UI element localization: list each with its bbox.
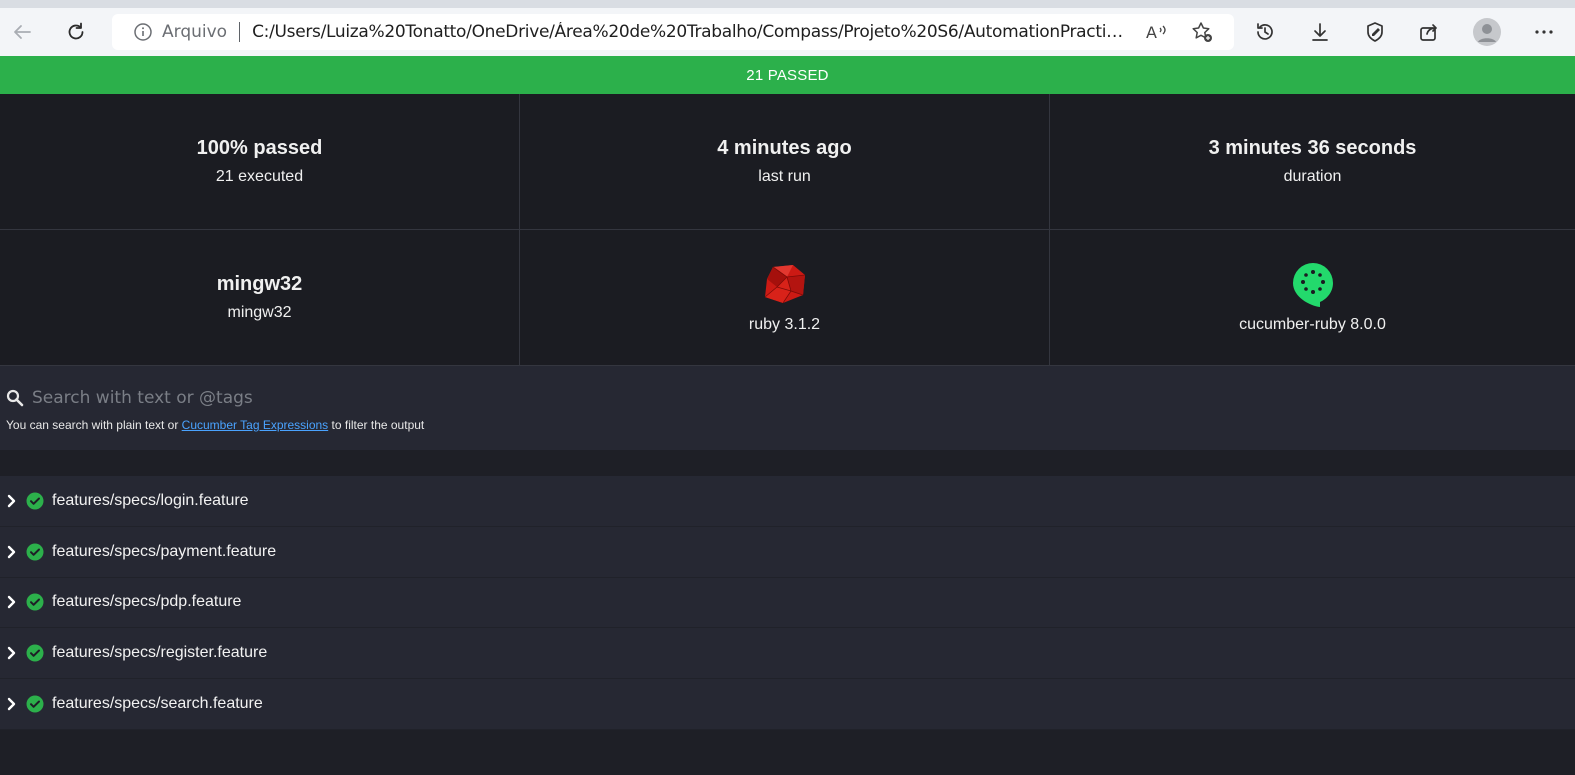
stat-duration-value: 3 minutes 36 seconds	[1208, 137, 1417, 159]
feature-name: features/specs/payment.feature	[52, 542, 277, 560]
cucumber-logo-icon	[1291, 262, 1335, 307]
stat-last-run-value: 4 minutes ago	[717, 137, 852, 159]
browser-toolbar: Arquivo C:/Users/Luiza%20Tonatto/OneDriv…	[0, 8, 1575, 56]
chevron-right-icon[interactable]	[6, 545, 18, 559]
address-divider	[239, 22, 241, 42]
check-circle-icon	[26, 695, 44, 713]
feature-list: features/specs/login.feature features/sp…	[0, 476, 1575, 730]
more-button[interactable]	[1526, 14, 1562, 50]
feature-row[interactable]: features/specs/payment.feature	[0, 527, 1575, 578]
stat-passed-value: 100% passed	[196, 137, 323, 159]
ruby-logo-icon	[763, 262, 807, 306]
cucumber-tag-expressions-link[interactable]: Cucumber Tag Expressions	[182, 418, 329, 432]
stat-last-run: 4 minutes ago last run	[520, 94, 1050, 230]
feature-name: features/specs/login.feature	[52, 491, 249, 509]
check-circle-icon	[26, 644, 44, 662]
stat-os-label: mingw32	[227, 304, 292, 321]
stats-grid: 100% passed 21 executed 4 minutes ago la…	[0, 94, 1575, 366]
check-circle-icon	[26, 543, 44, 561]
browser-window-frame	[0, 0, 1575, 8]
history-icon	[1257, 23, 1273, 40]
download-button[interactable]	[1302, 14, 1338, 50]
check-circle-icon	[26, 593, 44, 611]
stat-implementation: cucumber-ruby 8.0.0	[1050, 230, 1575, 366]
back-button[interactable]	[4, 14, 40, 50]
info-icon[interactable]	[132, 21, 154, 43]
stat-passed: 100% passed 21 executed	[0, 94, 520, 230]
feature-name: features/specs/register.feature	[52, 644, 268, 662]
download-icon	[1312, 23, 1328, 41]
extensions-button[interactable]	[1357, 14, 1393, 50]
search-icon	[6, 389, 24, 407]
svg-text:A: A	[1146, 23, 1157, 42]
back-icon	[14, 25, 31, 39]
refresh-button[interactable]	[58, 14, 94, 50]
stat-runtime: ruby 3.1.2	[520, 230, 1050, 366]
search-section: You can search with plain text or Cucumb…	[0, 366, 1575, 450]
stat-duration: 3 minutes 36 seconds duration	[1050, 94, 1575, 230]
address-scheme-label: Arquivo	[162, 22, 228, 42]
feature-name: features/specs/pdp.feature	[52, 593, 242, 611]
feature-row[interactable]: features/specs/pdp.feature	[0, 578, 1575, 629]
search-help-prefix: You can search with plain text or	[6, 418, 182, 432]
feature-row[interactable]: features/specs/search.feature	[0, 679, 1575, 730]
chevron-right-icon[interactable]	[6, 494, 18, 508]
section-divider	[0, 450, 1575, 476]
favorite-add-icon[interactable]	[1189, 19, 1215, 45]
address-url[interactable]: C:/Users/Luiza%20Tonatto/OneDrive/Área%2…	[252, 22, 1132, 42]
chevron-right-icon[interactable]	[6, 646, 18, 660]
chevron-right-icon[interactable]	[6, 595, 18, 609]
history-button[interactable]	[1247, 14, 1283, 50]
stat-os: mingw32 mingw32	[0, 230, 520, 366]
feature-row[interactable]: features/specs/register.feature	[0, 628, 1575, 680]
search-row	[6, 386, 1569, 410]
check-circle-icon	[26, 492, 44, 510]
passed-banner: 21 PASSED	[0, 56, 1575, 94]
stat-implementation-label: cucumber-ruby 8.0.0	[1239, 315, 1386, 333]
feature-name: features/specs/search.feature	[52, 695, 263, 713]
share-icon	[1420, 24, 1437, 41]
stat-last-run-label: last run	[758, 168, 811, 185]
feature-row[interactable]: features/specs/login.feature	[0, 476, 1575, 527]
stat-passed-label: 21 executed	[215, 168, 304, 185]
share-button[interactable]	[1411, 14, 1447, 50]
chevron-right-icon[interactable]	[6, 697, 18, 711]
more-icon	[1535, 30, 1553, 34]
stat-runtime-label: ruby 3.1.2	[748, 315, 821, 333]
profile-icon	[1473, 18, 1501, 46]
address-bar[interactable]: Arquivo C:/Users/Luiza%20Tonatto/OneDriv…	[112, 14, 1234, 50]
search-help-text: You can search with plain text or Cucumb…	[6, 418, 1569, 432]
extensions-icon	[1367, 22, 1383, 42]
stat-duration-label: duration	[1283, 168, 1342, 185]
search-help-suffix: to filter the output	[328, 418, 425, 432]
read-aloud-icon[interactable]: A	[1144, 19, 1170, 45]
search-input[interactable]	[32, 388, 632, 408]
refresh-icon	[68, 22, 84, 40]
profile-button[interactable]	[1469, 14, 1505, 50]
stat-os-value: mingw32	[216, 273, 303, 295]
